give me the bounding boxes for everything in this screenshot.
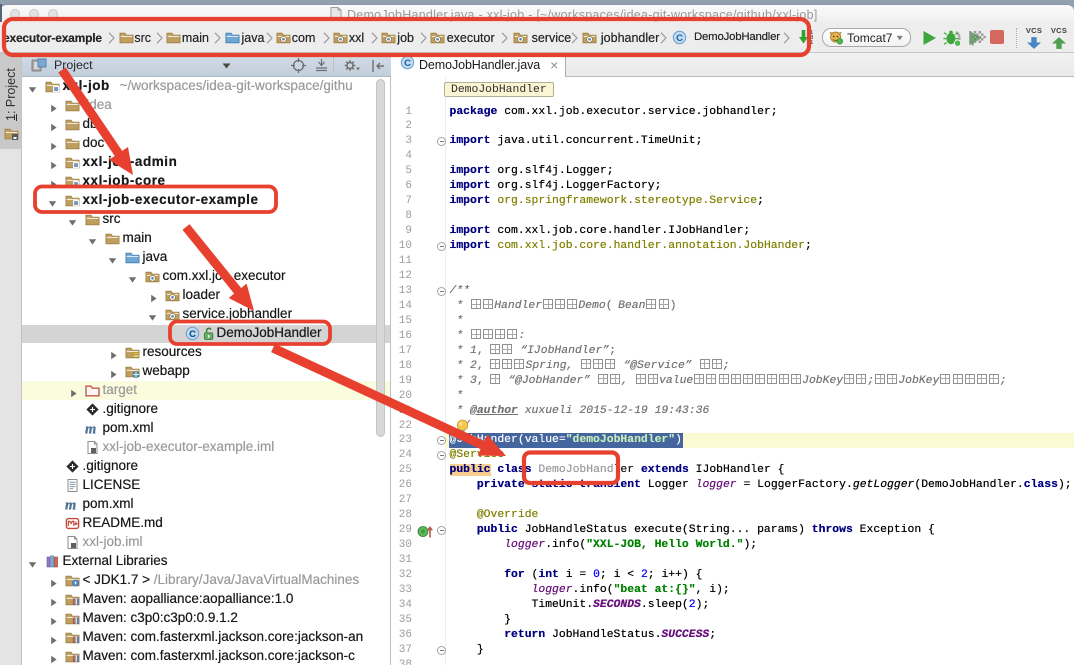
svg-text:C: C xyxy=(676,33,683,44)
svg-text:C: C xyxy=(404,58,411,69)
svg-text:m: m xyxy=(65,497,76,512)
svg-text:C: C xyxy=(189,329,196,340)
svg-text:m: m xyxy=(85,421,96,436)
